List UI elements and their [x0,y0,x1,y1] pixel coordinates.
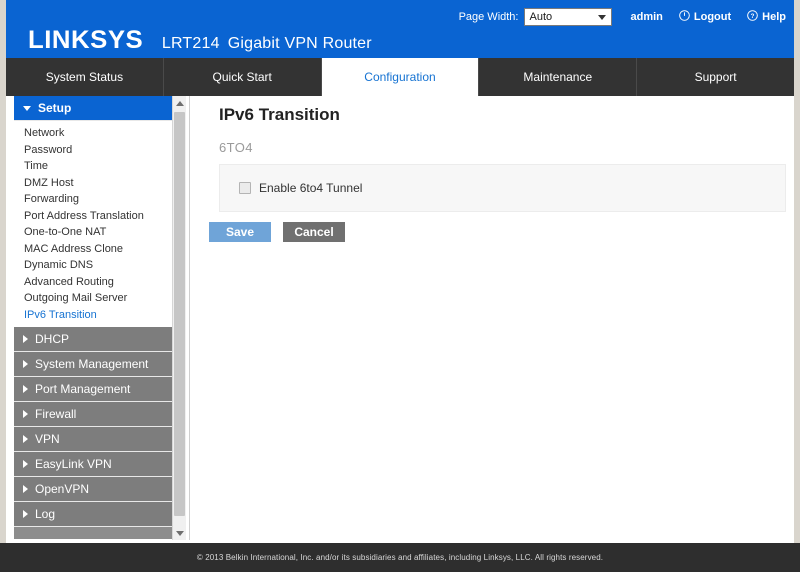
copyright-text: © 2013 Belkin International, Inc. and/or… [196,553,604,562]
page-width-label: Page Width: [458,11,519,23]
sidebar-item-forwarding[interactable]: Forwarding [14,191,179,208]
logout-button[interactable]: Logout [679,10,731,24]
page-width-value: Auto [529,11,553,23]
brand-block: LINKSYS LRT214 Gigabit VPN Router [28,26,372,55]
router-admin-page: LINKSYS LRT214 Gigabit VPN Router Page W… [0,0,800,572]
enable-6to4-tunnel-label: Enable 6to4 Tunnel [259,181,363,195]
linksys-logo: LINKSYS [28,26,144,54]
tab-system-status[interactable]: System Status [6,58,164,96]
sidebar-section-label: OpenVPN [35,482,90,496]
page-footer: © 2013 Belkin International, Inc. and/or… [6,543,794,572]
chevron-right-icon [23,360,28,368]
sidebar-section-vpn[interactable]: VPN [14,427,179,452]
sidebar-section-log[interactable]: Log [14,502,179,527]
content-area: Setup Network Password Time DMZ Host Forwardi… [6,96,794,543]
sidebar-section-label: DHCP [35,332,70,346]
sidebar-section-port-management[interactable]: Port Management [14,377,179,402]
help-label: Help [762,11,786,23]
sidebar-section-label: System Management [35,357,149,371]
sidebar-item-network[interactable]: Network [14,125,179,142]
sidebar-item-mac-address-clone[interactable]: MAC Address Clone [14,241,179,258]
chevron-right-icon [23,435,28,443]
form-actions: Save Cancel [209,222,345,242]
chevron-right-icon [23,485,28,493]
section-label: 6TO4 [219,140,253,155]
svg-text:?: ? [751,13,755,20]
sidebar-item-dynamic-dns[interactable]: Dynamic DNS [14,257,179,274]
chevron-right-icon [23,460,28,468]
sidebar-section-label: EasyLink VPN [35,457,112,471]
chevron-right-icon [23,385,28,393]
sidebar-item-ipv6-transition[interactable]: IPv6 Transition [14,306,179,323]
device-description: Gigabit VPN Router [227,35,372,52]
sidebar-item-outgoing-mail-server[interactable]: Outgoing Mail Server [14,290,179,307]
scrollbar-thumb[interactable] [174,112,185,516]
sidebar: Setup Network Password Time DMZ Host Forwardi… [6,96,190,540]
page-right-margin [794,0,800,543]
tab-configuration[interactable]: Configuration [321,58,480,96]
sidebar-section-easylink-vpn[interactable]: EasyLink VPN [14,452,179,477]
enable-6to4-tunnel-checkbox[interactable] [239,182,251,194]
sidebar-item-dmz-host[interactable]: DMZ Host [14,175,179,192]
sidebar-item-port-address-translation[interactable]: Port Address Translation [14,208,179,225]
sidebar-section-label: Port Management [35,382,131,396]
enable-6to4-tunnel-row[interactable]: Enable 6to4 Tunnel [239,181,362,195]
page-width-select[interactable]: Auto [524,8,613,26]
chevron-right-icon [23,510,28,518]
main-navigation: System Status Quick Start Configuration Mai… [6,58,794,96]
sidebar-section-dhcp[interactable]: DHCP [14,327,179,352]
caret-up-icon [175,100,184,106]
page-title: IPv6 Transition [219,105,340,124]
question-circle-icon: ? [747,10,758,24]
sidebar-section-label: Setup [38,101,72,115]
tab-support[interactable]: Support [637,58,794,96]
sidebar-bottom-filler [14,527,179,539]
chevron-down-icon [598,15,607,20]
sidebar-item-time[interactable]: Time [14,158,179,175]
6to4-settings-panel: Enable 6to4 Tunnel [219,164,786,212]
tab-quick-start[interactable]: Quick Start [164,58,322,96]
sidebar-items: Network Password Time DMZ Host Forwarding Por… [14,121,179,327]
chevron-down-icon [23,105,31,111]
current-user-label: admin [630,11,663,23]
sidebar-section-label: Firewall [35,407,77,421]
sidebar-item-one-to-one-nat[interactable]: One-to-One NAT [14,224,179,241]
help-button[interactable]: ? Help [747,10,786,24]
chevron-right-icon [23,335,28,343]
main-panel: IPv6 Transition 6TO4 Enable 6to4 Tunnel … [191,96,794,543]
header-tools: Page Width: Auto admin Logout ? Help [459,7,786,27]
sidebar-item-password[interactable]: Password [14,142,179,159]
chevron-right-icon [23,410,28,418]
sidebar-section-label: VPN [35,432,60,446]
cancel-button[interactable]: Cancel [283,222,345,242]
scroll-up-button[interactable] [173,96,186,110]
tab-maintenance[interactable]: Maintenance [479,58,638,96]
power-icon [679,10,690,24]
sidebar-section-firewall[interactable]: Firewall [14,402,179,427]
sidebar-scrollbar[interactable] [172,96,186,540]
caret-down-icon [175,530,184,536]
logout-label: Logout [693,11,732,23]
device-model: LRT214 [161,35,220,52]
sidebar-section-system-management[interactable]: System Management [14,352,179,377]
scroll-down-button[interactable] [173,526,186,540]
sidebar-section-setup[interactable]: Setup [14,96,179,121]
sidebar-sections: Setup Network Password Time DMZ Host Forwardi… [14,96,179,539]
page-header: LINKSYS LRT214 Gigabit VPN Router Page W… [6,0,794,58]
sidebar-section-label: Log [35,507,56,521]
save-button[interactable]: Save [209,222,271,242]
sidebar-section-openvpn[interactable]: OpenVPN [14,477,179,502]
sidebar-item-advanced-routing[interactable]: Advanced Routing [14,274,179,291]
